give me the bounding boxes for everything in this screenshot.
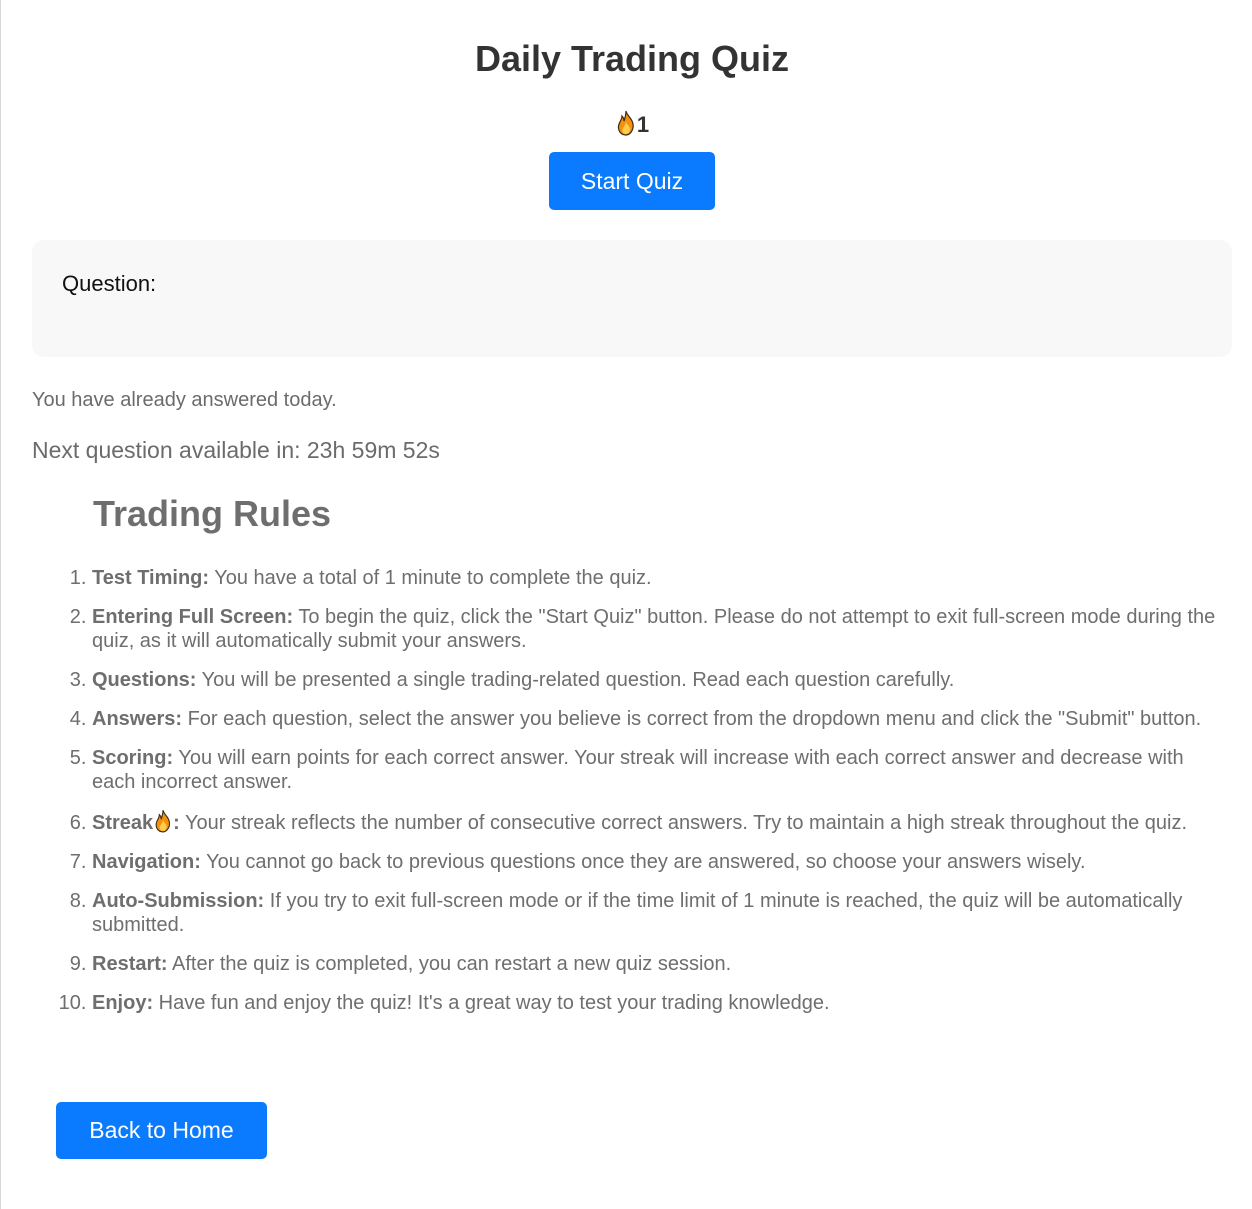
rule-text: You will earn points for each correct an…: [92, 747, 1184, 793]
question-label: Question:: [62, 271, 157, 296]
rule-term: Test Timing:: [92, 567, 210, 589]
rule-item-scoring: Scoring: You will earn points for each c…: [92, 746, 1216, 794]
start-quiz-button[interactable]: Start Quiz: [549, 152, 715, 210]
rule-term: Restart:: [92, 953, 168, 975]
rule-term: Auto-Submission:: [92, 890, 265, 912]
rule-term-suffix: :: [173, 812, 180, 834]
rule-item-navigation: Navigation: You cannot go back to previo…: [92, 850, 1216, 874]
quiz-page: Daily Trading Quiz 1 Start Quiz Question…: [1, 0, 1252, 1209]
rule-term: Enjoy:: [92, 992, 154, 1014]
rule-text: Have fun and enjoy the quiz! It's a grea…: [153, 992, 830, 1014]
rule-text: For each question, select the answer you…: [182, 708, 1202, 730]
back-to-home-button[interactable]: Back to Home: [56, 1102, 267, 1159]
rules-list: Test Timing: You have a total of 1 minut…: [1, 566, 1216, 1030]
countdown-value: 23h 59m 52s: [306, 437, 440, 463]
rule-text: Your streak reflects the number of conse…: [179, 812, 1188, 834]
rule-item-streak: Streak : Your streak reflects the number…: [92, 809, 1216, 835]
countdown-prefix: Next question available in:: [32, 437, 301, 463]
rule-item-full-screen: Entering Full Screen: To begin the quiz,…: [92, 605, 1216, 653]
next-question-countdown: Next question available in: 23h 59m 52s: [32, 436, 440, 464]
rule-term: Streak :: [92, 809, 180, 834]
rule-item-questions: Questions: You will be presented a singl…: [92, 668, 1216, 692]
rule-term: Questions:: [92, 669, 197, 691]
streak-counter: 1: [1, 110, 1252, 138]
rule-text: You cannot go back to previous questions…: [200, 851, 1086, 873]
fire-icon: [617, 110, 634, 136]
fire-icon: [155, 809, 171, 833]
rule-item-enjoy: Enjoy: Have fun and enjoy the quiz! It's…: [92, 991, 1216, 1015]
rule-item-auto-submission: Auto-Submission: If you try to exit full…: [92, 889, 1216, 937]
question-panel: Question:: [32, 240, 1232, 357]
rule-text: You will be presented a single trading-r…: [196, 669, 955, 691]
rule-term: Answers:: [92, 708, 183, 730]
page-title: Daily Trading Quiz: [474, 38, 790, 79]
rule-text: You have a total of 1 minute to complete…: [209, 567, 652, 589]
rule-text: After the quiz is completed, you can res…: [167, 953, 732, 975]
rule-item-restart: Restart: After the quiz is completed, yo…: [92, 952, 1216, 976]
rule-term: Entering Full Screen:: [92, 606, 294, 628]
streak-count: 1: [636, 112, 650, 137]
rule-item-test-timing: Test Timing: You have a total of 1 minut…: [92, 566, 1216, 590]
rule-term-label: Streak: [92, 812, 154, 834]
rule-item-answers: Answers: For each question, select the a…: [92, 707, 1216, 731]
already-answered-message: You have already answered today.: [32, 389, 337, 411]
rules-title: Trading Rules: [93, 493, 332, 534]
rule-term: Navigation:: [92, 851, 201, 873]
rule-term: Scoring:: [92, 747, 174, 769]
